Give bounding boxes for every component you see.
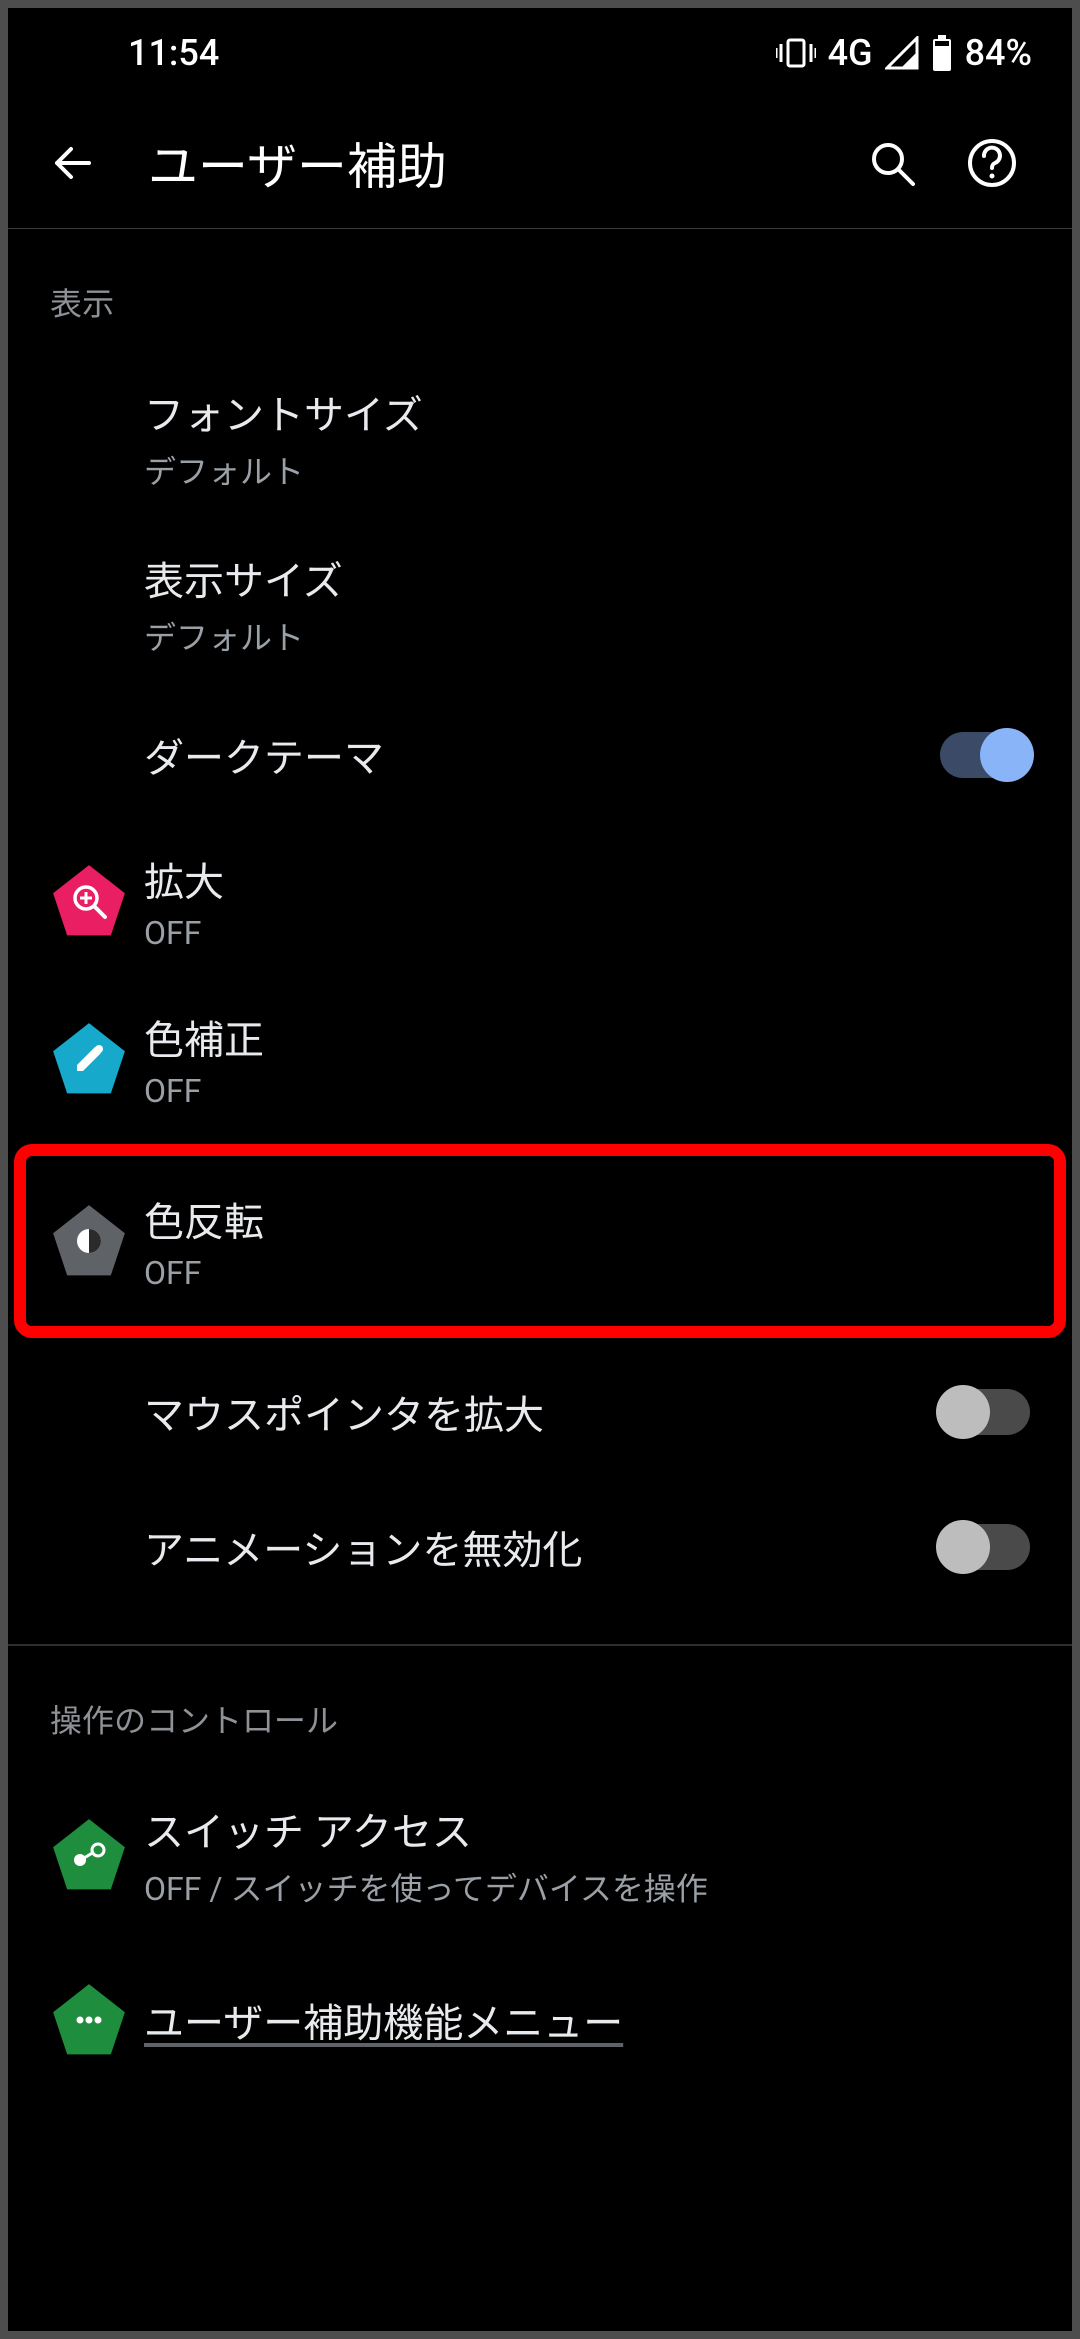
status-time: 11:54 [48,32,219,74]
row-color-inversion[interactable]: 色反転 OFF [26,1156,1054,1326]
row-title: 拡大 [144,850,1030,908]
network-label: 4G [828,32,873,74]
row-sub: デフォルト [144,613,1030,659]
row-display-size[interactable]: 表示サイズ デフォルト [8,521,1072,687]
help-icon [966,137,1018,189]
row-disable-animations[interactable]: アニメーションを無効化 [8,1479,1072,1614]
row-sub: OFF [144,1072,1030,1110]
row-font-size[interactable]: フォントサイズ デフォルト [8,355,1072,521]
toggle-dark-theme[interactable] [940,732,1030,778]
row-title: 色反転 [144,1190,1030,1248]
row-dark-theme[interactable]: ダークテーマ [8,687,1072,822]
row-accessibility-menu[interactable]: ユーザー補助機能メニュー [8,1938,1072,2073]
toggle-large-pointer[interactable] [940,1389,1030,1435]
row-title: スイッチ アクセス [144,1800,1030,1858]
signal-icon [885,36,919,70]
help-button[interactable] [962,133,1022,193]
status-bar: 11:54 4G 84% [8,8,1072,98]
accessibility-menu-icon [50,1981,128,2059]
row-title: ユーザー補助機能メニュー [144,1991,1030,2049]
app-header: ユーザー補助 [8,98,1072,228]
row-color-correction[interactable]: 色補正 OFF [8,980,1072,1138]
row-sub: OFF / スイッチを使ってデバイスを操作 [144,1864,1030,1910]
row-title: 表示サイズ [144,549,1030,607]
search-button[interactable] [862,133,922,193]
page-title: ユーザー補助 [108,127,862,199]
row-large-pointer[interactable]: マウスポインタを拡大 [8,1344,1072,1479]
battery-icon [931,35,953,71]
row-title: フォントサイズ [144,383,1030,441]
back-button[interactable] [38,128,108,198]
row-sub: OFF [144,1254,1030,1292]
battery-label: 84% [965,32,1032,74]
highlight-color-inversion: 色反転 OFF [14,1144,1066,1338]
row-title: アニメーションを無効化 [144,1518,940,1576]
switch-access-icon [50,1816,128,1894]
color-correction-icon [50,1020,128,1098]
arrow-left-icon [49,139,97,187]
magnification-icon [50,862,128,940]
row-title: ダークテーマ [144,726,940,784]
status-right: 4G 84% [776,32,1032,74]
section-label-display: 表示 [8,229,1072,355]
search-icon [867,138,917,188]
row-title: 色補正 [144,1008,1030,1066]
vibrate-icon [776,36,816,70]
row-sub: デフォルト [144,447,1030,493]
row-sub: OFF [144,914,1030,952]
row-switch-access[interactable]: スイッチ アクセス OFF / スイッチを使ってデバイスを操作 [8,1772,1072,1938]
section-label-controls: 操作のコントロール [8,1646,1072,1772]
row-title: マウスポインタを拡大 [144,1383,940,1441]
color-inversion-icon [50,1202,128,1280]
row-magnification[interactable]: 拡大 OFF [8,822,1072,980]
toggle-disable-animations[interactable] [940,1524,1030,1570]
